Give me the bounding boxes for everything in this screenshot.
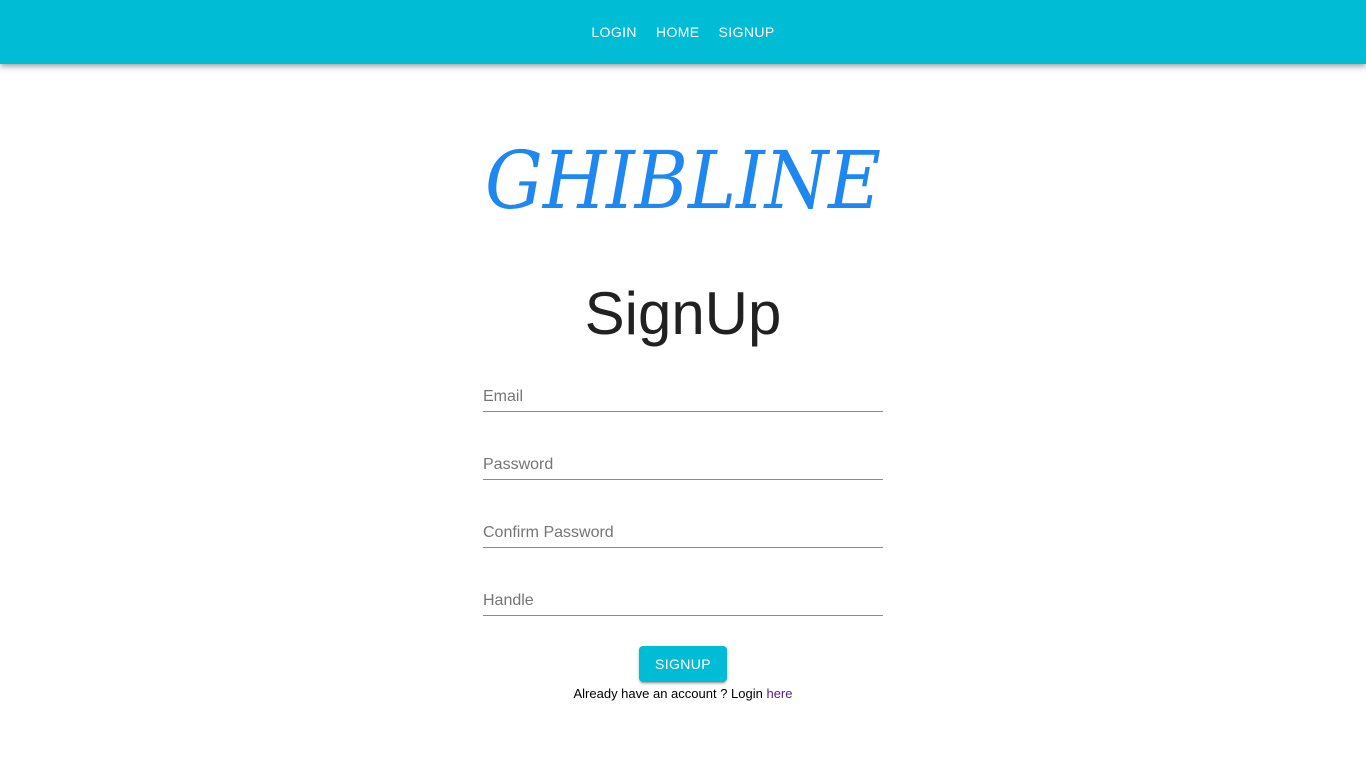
page-title: SignUp [584,280,782,347]
email-field [483,364,883,412]
handle-field [483,568,883,616]
nav-login-button[interactable]: LOGIN [582,18,647,46]
confirm-password-input[interactable] [483,518,883,548]
login-prompt-text: Already have an account ? Login [573,686,763,701]
nav-signup-button[interactable]: SIGNUP [709,18,784,46]
password-field [483,432,883,480]
logo-text: GHIBLINE [485,134,881,218]
signup-submit-button[interactable]: SIGNUP [639,646,727,682]
ghibline-logo: GHIBLINE [483,128,883,218]
login-hint: Already have an account ? Login here [0,686,1366,701]
handle-input[interactable] [483,586,883,616]
confirm-password-field [483,500,883,548]
login-here-link[interactable]: here [766,686,792,701]
password-input[interactable] [483,450,883,480]
email-input[interactable] [483,382,883,412]
nav-home-button[interactable]: HOME [646,18,709,46]
app-bar: LOGIN HOME SIGNUP [0,0,1366,64]
